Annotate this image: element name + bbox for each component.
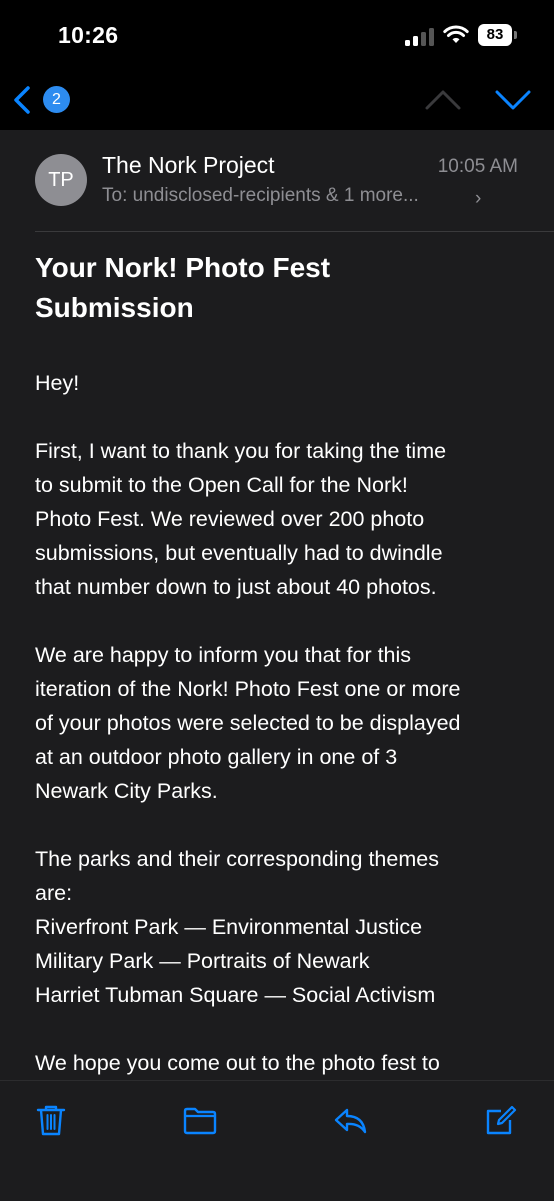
recipients-text: undisclosed-recipients & 1 more... (132, 185, 419, 206)
body-line: Riverfront Park — Environmental Justice (35, 915, 423, 939)
chevron-right-icon[interactable]: › (475, 188, 481, 210)
body-line: of your photos were selected to be displ… (35, 711, 461, 735)
email-body: Hey! First, I want to thank you for taki… (35, 366, 525, 1080)
subject-line: Submission (35, 292, 194, 323)
status-bar: 10:26 83 (0, 0, 554, 72)
recipients-line[interactable]: To: undisclosed-recipients & 1 more... (102, 185, 419, 207)
body-line: The parks and their corresponding themes (35, 847, 439, 871)
status-time: 10:26 (58, 22, 119, 48)
cellular-signal-icon (405, 28, 435, 46)
sender-avatar[interactable]: TP (35, 154, 87, 206)
body-line: Harriet Tubman Square — Social Activism (35, 983, 436, 1007)
header-divider (35, 231, 554, 232)
email-subject: Your Nork! Photo Fest Submission (35, 248, 505, 328)
body-line: that number down to just about 40 photos… (35, 575, 437, 599)
back-chevron-icon[interactable] (10, 84, 34, 116)
to-label: To: (102, 185, 128, 206)
body-line: are: (35, 881, 73, 905)
compose-icon[interactable] (484, 1103, 518, 1137)
sender-name[interactable]: The Nork Project (102, 152, 275, 179)
mail-nav-bar: 2 (0, 72, 554, 130)
previous-message-icon[interactable] (424, 86, 462, 112)
body-line: We hope you come out to the photo fest t… (35, 1051, 440, 1075)
email-view: TP The Nork Project 10:05 AM To: undiscl… (0, 130, 554, 1080)
next-message-icon[interactable] (494, 86, 532, 112)
body-line: to submit to the Open Call for the Nork! (35, 473, 408, 497)
battery-tip (514, 31, 517, 39)
wifi-icon (443, 25, 469, 43)
unread-count-badge[interactable]: 2 (43, 86, 70, 113)
subject-line: Your Nork! Photo Fest (35, 252, 331, 283)
body-line: First, I want to thank you for taking th… (35, 439, 447, 463)
email-time: 10:05 AM (437, 156, 518, 177)
folder-icon[interactable] (183, 1103, 217, 1137)
body-line: at an outdoor photo gallery in one of 3 (35, 745, 398, 769)
body-line: Military Park — Portraits of Newark (35, 949, 370, 973)
reply-icon[interactable] (333, 1103, 367, 1137)
trash-icon[interactable] (34, 1103, 68, 1137)
greeting: Hey! (35, 371, 80, 395)
body-line: Newark City Parks. (35, 779, 218, 803)
bottom-toolbar (0, 1080, 554, 1201)
battery-level: 83 (478, 24, 512, 46)
body-line: submissions, but eventually had to dwind… (35, 541, 443, 565)
body-line: Photo Fest. We reviewed over 200 photo (35, 507, 425, 531)
body-line: We are happy to inform you that for this (35, 643, 412, 667)
body-line: iteration of the Nork! Photo Fest one or… (35, 677, 461, 701)
